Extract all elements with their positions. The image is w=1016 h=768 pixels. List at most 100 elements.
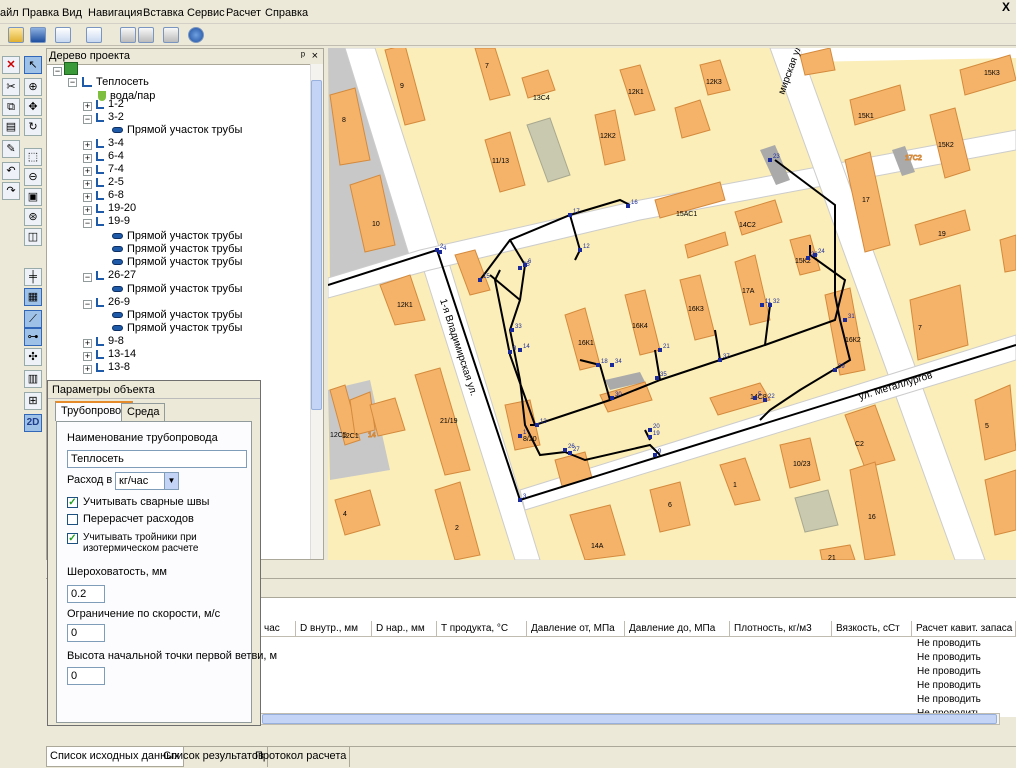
pipe-tool-icon[interactable]: ╪ xyxy=(24,268,42,286)
flow-unit-select[interactable]: кг/час ▼ xyxy=(115,472,179,490)
table-cell-cavitation[interactable]: Не проводить xyxy=(917,666,981,677)
roughness-input[interactable]: 0.2 xyxy=(67,585,105,603)
tree-item-pipe[interactable]: Прямой участок трубы xyxy=(112,309,242,322)
menu-file[interactable]: айл xyxy=(0,7,19,19)
grid-tool-icon[interactable]: ▦ xyxy=(24,288,42,306)
copy-icon[interactable]: ⧉ xyxy=(2,98,20,116)
tree-item-pipe[interactable]: Прямой участок трубы xyxy=(112,256,242,269)
tree-toggle[interactable]: + xyxy=(83,339,92,348)
window-close-button[interactable]: X xyxy=(998,0,1014,16)
tree-item-section[interactable]: 26-27 xyxy=(96,269,136,282)
report-icon[interactable]: ▥ xyxy=(24,370,42,388)
tree-item-section[interactable]: 13-8 xyxy=(96,361,130,374)
checkbox-tees[interactable]: ✓ xyxy=(67,533,78,544)
tree-item-pipe[interactable]: Прямой участок трубы xyxy=(112,124,242,137)
tree-toggle[interactable]: + xyxy=(83,365,92,374)
pipe-node[interactable] xyxy=(518,266,522,270)
table-cell-cavitation[interactable]: Не проводить xyxy=(917,680,981,691)
menu-insert[interactable]: Вставка xyxy=(143,7,184,19)
table-header-cell[interactable]: Плотность, кг/м3 xyxy=(730,621,832,637)
tree-item-section[interactable]: 19-9 xyxy=(96,215,130,228)
pipe-node[interactable] xyxy=(518,498,522,502)
checkbox-recalc[interactable] xyxy=(67,514,78,525)
undo-icon[interactable]: ↶ xyxy=(2,162,20,180)
pipe-node[interactable] xyxy=(806,256,810,260)
tree-toggle[interactable]: + xyxy=(83,206,92,215)
pipe-node[interactable] xyxy=(626,204,630,208)
table-header-cell[interactable]: Давление от, МПа xyxy=(527,621,625,637)
zoom-icon[interactable]: ⊕ xyxy=(24,78,42,96)
pipe-node[interactable] xyxy=(768,303,772,307)
window-icon[interactable] xyxy=(86,27,102,43)
tree-toggle[interactable]: − xyxy=(68,78,77,87)
delete-icon[interactable]: ✕ xyxy=(2,56,20,74)
table-header-cell[interactable]: Давление до, МПа xyxy=(625,621,730,637)
tree-item-section[interactable]: 7-4 xyxy=(96,163,124,176)
building-block[interactable] xyxy=(349,391,376,436)
pipe-node[interactable] xyxy=(763,398,767,402)
calc-icon[interactable]: ⊞ xyxy=(24,392,42,410)
menu-view[interactable]: Вид xyxy=(62,7,82,19)
network-tool-icon[interactable]: ✣ xyxy=(24,348,42,366)
menu-service[interactable]: Сервис xyxy=(187,7,225,19)
menu-edit[interactable]: Правка xyxy=(22,7,59,19)
table-header-cell[interactable]: Расчет кавит. запаса xyxy=(912,621,1016,637)
table-cell-cavitation[interactable]: Не проводить xyxy=(917,694,981,705)
speed-limit-input[interactable]: 0 xyxy=(67,624,105,642)
tree-toggle[interactable]: − xyxy=(83,300,92,309)
pipe-node[interactable] xyxy=(508,350,512,354)
table-header-cell[interactable]: Вязкость, сСт xyxy=(832,621,912,637)
save-icon[interactable] xyxy=(30,27,46,43)
start-height-input[interactable]: 0 xyxy=(67,667,105,685)
tree-item-section[interactable]: 9-8 xyxy=(96,335,124,348)
pipe-node[interactable] xyxy=(658,348,662,352)
data-table[interactable] xyxy=(260,597,1016,717)
tree-toggle[interactable]: − xyxy=(83,115,92,124)
tree-toggle[interactable]: + xyxy=(83,102,92,111)
pipe-node[interactable] xyxy=(833,368,837,372)
tree-item-section[interactable]: 1-2 xyxy=(96,98,124,111)
pipe-node[interactable] xyxy=(653,453,657,457)
tree-item-section[interactable]: 6-8 xyxy=(96,189,124,202)
zoom-extents-icon[interactable]: ▣ xyxy=(24,188,42,206)
pipe-node[interactable] xyxy=(568,451,572,455)
pipe-node[interactable] xyxy=(518,348,522,352)
pipe-node[interactable] xyxy=(610,396,614,400)
help-icon[interactable] xyxy=(188,27,204,43)
cut-icon[interactable]: ✂ xyxy=(2,78,20,96)
pipe-node[interactable] xyxy=(535,423,539,427)
rotate-icon[interactable]: ↻ xyxy=(24,118,42,136)
tree-toggle[interactable]: + xyxy=(83,193,92,202)
tree-item-section[interactable]: 26-9 xyxy=(96,296,130,309)
paste-icon[interactable]: ▤ xyxy=(2,118,20,136)
open-icon[interactable] xyxy=(8,27,24,43)
tree-toggle[interactable]: + xyxy=(83,167,92,176)
tree-toggle[interactable]: − xyxy=(83,219,92,228)
tree-item-network[interactable]: Теплосеть xyxy=(82,76,149,89)
export-icon[interactable] xyxy=(163,27,179,43)
menu-navigation[interactable]: Навигация xyxy=(88,7,142,19)
pipe-node[interactable] xyxy=(596,363,600,367)
pipe-node[interactable] xyxy=(655,376,659,380)
select-arrow-icon[interactable]: ↖ xyxy=(24,56,42,74)
tree-item-section[interactable]: 2-5 xyxy=(96,176,124,189)
tree-item-pipe[interactable]: Прямой участок трубы xyxy=(112,230,242,243)
pipe-node[interactable] xyxy=(768,158,772,162)
tree-item-pipe[interactable]: Прямой участок трубы xyxy=(112,322,242,335)
pan-icon[interactable]: ✥ xyxy=(24,98,42,116)
menu-help[interactable]: Справка xyxy=(265,7,308,19)
table-header-cell[interactable]: D нар., мм xyxy=(372,621,437,637)
tab-protocol[interactable]: Протокол расчета xyxy=(252,747,351,767)
pipe-node[interactable] xyxy=(760,303,764,307)
menu-calculation[interactable]: Расчет xyxy=(226,7,261,19)
pipe-node[interactable] xyxy=(610,363,614,367)
table-cell-cavitation[interactable]: Не проводить xyxy=(917,652,981,663)
table-header-cell[interactable]: T продукта, °C xyxy=(437,621,527,637)
tree-toggle[interactable]: + xyxy=(83,180,92,189)
pipe-node[interactable] xyxy=(478,278,482,282)
redo-icon[interactable]: ↷ xyxy=(2,182,20,200)
chevron-down-icon[interactable]: ▼ xyxy=(164,473,178,489)
tree-root-toggle[interactable]: − xyxy=(53,65,62,78)
tree-item-section[interactable]: 3-2 xyxy=(96,111,124,124)
tree-toggle[interactable]: − xyxy=(83,273,92,282)
